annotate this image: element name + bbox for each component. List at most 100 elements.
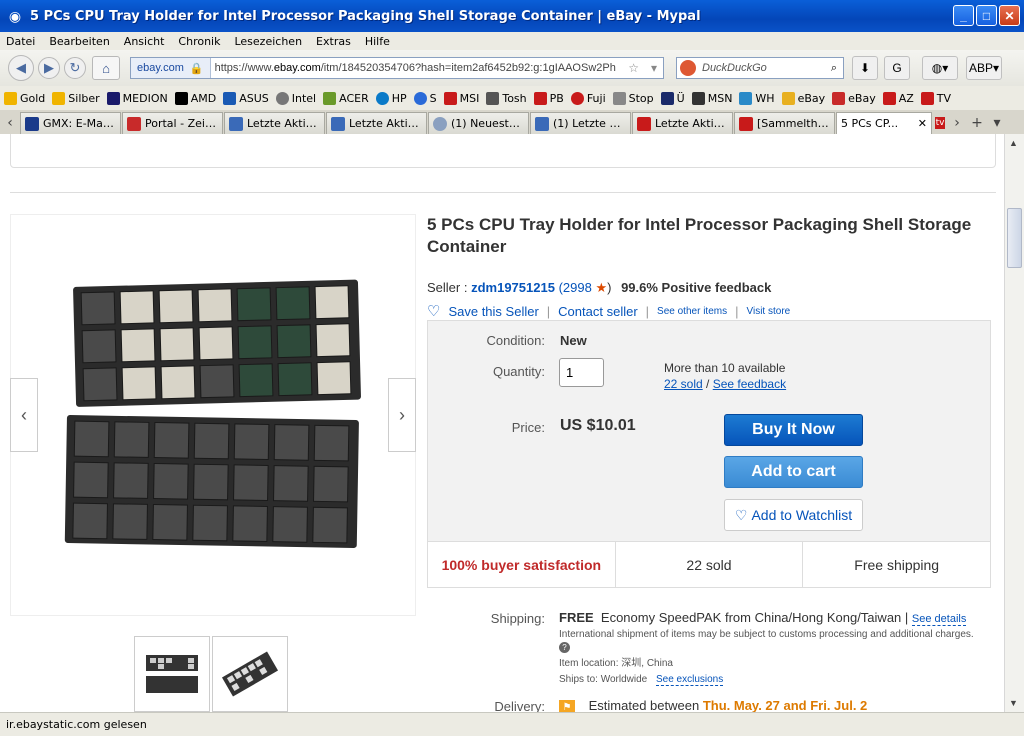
vertical-scrollbar[interactable]: ▲ ▼ (1004, 134, 1024, 712)
bookmark-intel[interactable]: Intel (275, 91, 316, 105)
thumbnail-1[interactable] (134, 636, 210, 712)
bookmark-gold[interactable]: Gold (4, 91, 45, 105)
gallery-next-button[interactable]: › (388, 378, 416, 452)
maximize-button[interactable]: □ (976, 5, 997, 26)
scroll-up-icon[interactable]: ▲ (1009, 138, 1018, 148)
menu-ansicht[interactable]: Ansicht (124, 35, 165, 48)
delivery-dates: Thu. May. 27 and Fri. Jul. 2 (702, 698, 868, 712)
bookmark-star-icon[interactable]: ☆ (622, 61, 645, 75)
seller-score[interactable]: (2998 ★) (559, 280, 612, 295)
see-details-link[interactable]: See details (911, 613, 967, 626)
minimize-button[interactable]: _ (953, 5, 974, 26)
bookmark-acer[interactable]: ACER (323, 91, 369, 105)
ships-to-value: Worldwide (600, 674, 648, 685)
gm-addon-icon[interactable]: G (884, 56, 910, 80)
tab-ebay-active[interactable]: 5 PCs CP... ✕ (836, 112, 932, 134)
search-icon[interactable]: ⌕ (831, 62, 837, 75)
tab-scroll-right-icon[interactable]: › (947, 112, 967, 134)
tab-close-icon[interactable]: ✕ (918, 117, 927, 130)
add-to-cart-button[interactable]: Add to cart (724, 456, 863, 488)
menu-chronik[interactable]: Chronik (178, 35, 220, 48)
back-button[interactable]: ◀ (8, 55, 34, 81)
quantity-input[interactable]: 1 (559, 358, 604, 387)
bookmark-msi[interactable]: MSI (443, 91, 479, 105)
ships-to-label: Ships to: (559, 674, 598, 685)
new-tab-icon[interactable]: + (967, 112, 987, 134)
contact-seller-link[interactable]: Contact seller (558, 304, 637, 319)
menu-datei[interactable]: Datei (6, 35, 35, 48)
bookmark-ebay-2[interactable]: eBay (832, 91, 876, 105)
gold-icon (4, 91, 17, 105)
tab-letzte-2[interactable]: Letzte Aktivit... (326, 112, 427, 134)
bookmark-fuji[interactable]: Fuji (570, 91, 606, 105)
visit-store-link[interactable]: Visit store (746, 306, 790, 317)
tab-letzte-3[interactable]: (1) Letzte Ak... (530, 112, 631, 134)
bookmark-label: ACER (339, 91, 369, 105)
duckduckgo-icon[interactable] (680, 60, 696, 76)
tv-icon (920, 91, 934, 105)
site-identity[interactable]: ebay.com 🔒 (131, 58, 211, 78)
tab-gmx[interactable]: GMX: E-Mail, ... (20, 112, 121, 134)
bookmark-hp[interactable]: HP (375, 91, 407, 105)
downloads-icon[interactable]: ⬇ (852, 56, 878, 80)
tab-list-icon[interactable]: ▾ (987, 112, 1007, 134)
tab-scroll-left-icon[interactable]: ‹ (0, 112, 20, 134)
delivery-prefix: Estimated between (588, 698, 700, 712)
menu-hilfe[interactable]: Hilfe (365, 35, 390, 48)
url-bar[interactable]: ebay.com 🔒 https://www.ebay.com/itm/1845… (130, 57, 664, 79)
bookmark-tv[interactable]: TV (920, 91, 951, 105)
bookmark-medion[interactable]: MEDION (106, 91, 168, 105)
save-seller-link[interactable]: Save this Seller (448, 304, 538, 319)
forward-button[interactable]: ▶ (38, 57, 60, 79)
heart-icon[interactable]: ♡ (427, 302, 440, 320)
search-bar[interactable]: DuckDuckGo ⌕ (676, 57, 844, 79)
url-dropdown-icon[interactable]: ▾ (645, 61, 663, 75)
info-icon[interactable]: ? (559, 642, 570, 653)
tab-neueste[interactable]: (1) Neueste ... (428, 112, 529, 134)
bookmark-asus[interactable]: ASUS (223, 91, 269, 105)
tab-letzte-1[interactable]: Letzte Aktivit... (224, 112, 325, 134)
menu-extras[interactable]: Extras (316, 35, 351, 48)
search-input[interactable]: DuckDuckGo (702, 62, 831, 74)
bookmark-wh[interactable]: WH (739, 91, 775, 105)
bookmark-ebay-1[interactable]: eBay (781, 91, 825, 105)
see-feedback-link[interactable]: See feedback (713, 377, 786, 391)
product-image[interactable] (11, 215, 415, 615)
quantity-label: Quantity: (492, 364, 545, 379)
bookmark-stop[interactable]: Stop (612, 91, 654, 105)
tab-portal[interactable]: Portal - Zeitw... (122, 112, 223, 134)
scroll-down-icon[interactable]: ▼ (1009, 698, 1018, 708)
bookmark-tosh[interactable]: Tosh (486, 91, 527, 105)
bookmark-s[interactable]: S (413, 91, 437, 105)
buy-it-now-button[interactable]: Buy It Now (724, 414, 863, 446)
bookmark-az[interactable]: AZ (882, 91, 914, 105)
gallery-prev-button[interactable]: ‹ (10, 378, 38, 452)
thumbnail-2[interactable] (212, 636, 288, 712)
see-other-items-link[interactable]: See other items (657, 306, 727, 317)
bookmark-amd[interactable]: AMD (174, 91, 216, 105)
menu-bearbeiten[interactable]: Bearbeiten (49, 35, 109, 48)
buy-box: Condition: New Quantity: 1 More than 10 … (427, 320, 991, 588)
add-to-watchlist-button[interactable]: ♡ Add to Watchlist (724, 499, 863, 531)
sold-link[interactable]: 22 sold (664, 377, 703, 391)
menu-lesezeichen[interactable]: Lesezeichen (234, 35, 302, 48)
bookmark-silber[interactable]: Silber (52, 91, 100, 105)
scrollbar-thumb[interactable] (1007, 208, 1022, 268)
tv-tab-icon[interactable]: tv (933, 112, 947, 134)
seller-name-link[interactable]: zdm19751215 (471, 280, 555, 295)
reload-button[interactable]: ↻ (64, 57, 86, 79)
adblock-icon[interactable]: ABP▾ (966, 56, 1002, 80)
bookmark-pb[interactable]: PB (533, 91, 564, 105)
close-button[interactable]: ✕ (999, 5, 1020, 26)
firefox-menu-icon[interactable]: ◍▾ (922, 56, 958, 80)
tab-letzte-4[interactable]: Letzte Aktivit... (632, 112, 733, 134)
url-text[interactable]: https://www.ebay.com/itm/184520354706?ha… (211, 62, 623, 74)
home-button[interactable]: ⌂ (92, 56, 120, 80)
bookmark-label: MSN (707, 91, 733, 105)
seller-score-close: ) (607, 280, 612, 295)
tab-sammelthread[interactable]: [Sammelthre... (734, 112, 835, 134)
see-exclusions-link[interactable]: See exclusions (655, 674, 724, 686)
bookmark-u[interactable]: Ü (660, 91, 685, 105)
bookmark-msn[interactable]: MSN (691, 91, 733, 105)
sold-count: 22 sold (616, 542, 804, 587)
